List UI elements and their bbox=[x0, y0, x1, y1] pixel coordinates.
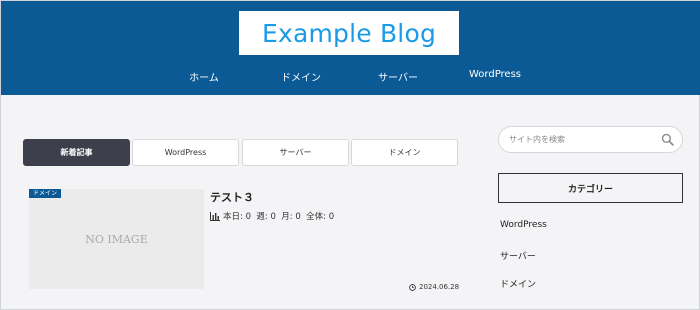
post-date-text: 2024.06.28 bbox=[419, 283, 460, 291]
search-input[interactable] bbox=[509, 131, 659, 148]
clock-icon bbox=[409, 283, 416, 291]
nav-item-domain[interactable]: ドメイン bbox=[281, 69, 321, 84]
site-search bbox=[498, 126, 683, 153]
site-logo[interactable]: Example Blog bbox=[239, 11, 459, 55]
category-badge: ドメイン bbox=[29, 189, 62, 198]
site-logo-text[interactable]: Example Blog bbox=[262, 19, 436, 48]
view-stats-text: 本日: 0 週: 0 月: 0 全体: 0 bbox=[223, 212, 335, 222]
post-date: 2024.06.28 bbox=[409, 283, 459, 291]
tab-wordpress[interactable]: WordPress bbox=[132, 139, 239, 166]
post-title[interactable]: テスト３ bbox=[210, 189, 254, 205]
nav-item-wordpress[interactable]: WordPress bbox=[469, 69, 521, 80]
tab-server[interactable]: サーバー bbox=[242, 139, 349, 166]
site-header: Example Blog ホーム ドメイン サーバー WordPress bbox=[1, 1, 700, 95]
category-widget-title: カテゴリー bbox=[498, 173, 683, 203]
search-icon[interactable] bbox=[661, 133, 674, 146]
nav-item-server[interactable]: サーバー bbox=[378, 69, 418, 84]
no-image-placeholder: NO IMAGE bbox=[85, 232, 148, 246]
global-nav: ホーム ドメイン サーバー WordPress bbox=[1, 69, 700, 85]
tab-new-posts[interactable]: 新着記事 bbox=[23, 139, 130, 166]
post-view-stats: 本日: 0 週: 0 月: 0 全体: 0 bbox=[210, 210, 334, 222]
nav-item-home[interactable]: ホーム bbox=[189, 69, 219, 84]
post-thumbnail[interactable]: NO IMAGE ドメイン bbox=[29, 189, 204, 289]
category-link-server[interactable]: サーバー bbox=[500, 249, 536, 262]
category-link-wordpress[interactable]: WordPress bbox=[500, 220, 547, 230]
category-link-domain[interactable]: ドメイン bbox=[500, 277, 536, 290]
tab-domain[interactable]: ドメイン bbox=[351, 139, 458, 166]
bar-chart-icon bbox=[210, 211, 220, 221]
